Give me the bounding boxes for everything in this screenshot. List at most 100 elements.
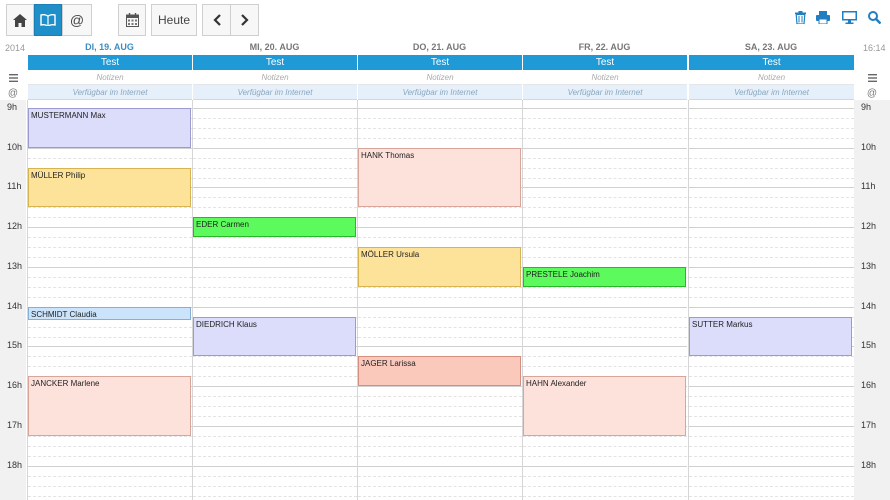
- appointment[interactable]: PRESTELE Joachim: [523, 266, 686, 287]
- notes-cell[interactable]: Notizen: [193, 70, 357, 85]
- appointment[interactable]: MUSTERMANN Max: [28, 107, 191, 148]
- day-column[interactable]: [688, 100, 854, 500]
- grid-line: [28, 455, 192, 457]
- appointment[interactable]: JAGER Larissa: [358, 356, 521, 387]
- availability-cell[interactable]: Verfügbar im Internet: [28, 85, 192, 100]
- grid-line: [358, 127, 522, 129]
- hour-label: 9h: [7, 101, 18, 112]
- trash-button[interactable]: [790, 10, 810, 30]
- grid-line: [358, 346, 522, 348]
- day-header[interactable]: SA, 23. AUG: [688, 40, 854, 55]
- chevron-right-icon: [240, 14, 249, 26]
- grid-line: [523, 435, 687, 437]
- grid-line: [28, 366, 192, 368]
- grid-line: [689, 425, 854, 427]
- prev-button[interactable]: [202, 4, 231, 36]
- grid-line: [523, 316, 687, 318]
- grid-line: [193, 147, 357, 149]
- hour-label: 14h: [7, 300, 23, 311]
- grid-line: [523, 257, 687, 258]
- appointment[interactable]: SUTTER Markus: [689, 316, 852, 357]
- notes-cell[interactable]: Notizen: [523, 70, 687, 85]
- appointment[interactable]: HAHN Alexander: [523, 376, 686, 436]
- grid-line: [689, 107, 854, 109]
- appointment[interactable]: DIEDRICH Klaus: [193, 316, 356, 357]
- grid-line: [193, 356, 357, 358]
- availability-cell[interactable]: Verfügbar im Internet: [358, 85, 522, 100]
- next-button[interactable]: [230, 4, 259, 36]
- grid-line: [523, 187, 687, 189]
- grid-line: [689, 247, 854, 249]
- appointment[interactable]: EDER Carmen: [193, 217, 356, 238]
- department-bar[interactable]: Test: [358, 55, 522, 70]
- day-column[interactable]: [27, 100, 192, 500]
- appointment[interactable]: JANCKER Marlene: [28, 376, 191, 436]
- grid-line: [193, 465, 357, 467]
- grid-line: [358, 237, 522, 239]
- grid-line: [523, 177, 687, 179]
- notes-cell[interactable]: Notizen: [358, 70, 522, 85]
- grid-line: [193, 257, 357, 258]
- grid-line: [28, 266, 192, 268]
- grid-line: [193, 117, 357, 119]
- appointment[interactable]: SCHMIDT Claudia: [28, 306, 191, 320]
- appointment[interactable]: MÖLLER Ursula: [358, 247, 521, 287]
- grid-line: [358, 326, 522, 328]
- availability-cell[interactable]: Verfügbar im Internet: [193, 85, 357, 100]
- day-header[interactable]: DI, 19. AUG: [27, 40, 192, 55]
- notes-cell[interactable]: Notizen: [28, 70, 192, 85]
- grid-line: [689, 127, 854, 129]
- menu-icon[interactable]: [5, 71, 21, 85]
- availability-cell[interactable]: Verfügbar im Internet: [523, 85, 687, 100]
- calendar-button[interactable]: [118, 4, 146, 36]
- hour-label: 13h: [861, 260, 877, 271]
- grid-line: [689, 495, 854, 497]
- hour-label: 9h: [861, 101, 872, 112]
- today-button[interactable]: Heute: [151, 4, 197, 36]
- department-bar[interactable]: Test: [193, 55, 357, 70]
- search-button[interactable]: [864, 10, 884, 30]
- appointment[interactable]: HANK Thomas: [358, 147, 521, 208]
- grid-line: [689, 197, 854, 199]
- department-bar[interactable]: Test: [28, 55, 192, 70]
- notes-cell[interactable]: Notizen: [689, 70, 854, 85]
- screen-button[interactable]: [839, 10, 859, 30]
- grid-line: [193, 406, 357, 408]
- grid-line: [689, 276, 854, 278]
- grid-line: [193, 306, 357, 308]
- appointment-name: MUSTERMANN Max: [31, 110, 106, 120]
- appointment-name: EDER Carmen: [196, 220, 249, 230]
- at-button[interactable]: @: [62, 4, 92, 36]
- appointment[interactable]: MÜLLER Philip: [28, 167, 191, 208]
- grid-line: [523, 147, 687, 149]
- grid-line: [689, 465, 854, 467]
- hour-label: 17h: [7, 419, 23, 430]
- grid-line: [358, 485, 522, 487]
- book-view-button[interactable]: [34, 4, 62, 36]
- hour-label: 10h: [7, 141, 23, 152]
- grid-line: [193, 107, 357, 109]
- grid-line: [523, 306, 687, 308]
- availability-cell[interactable]: Verfügbar im Internet: [689, 85, 854, 100]
- day-column[interactable]: [192, 100, 357, 500]
- department-bar[interactable]: Test: [523, 55, 687, 70]
- grid-line: [358, 465, 522, 467]
- day-header[interactable]: MI, 20. AUG: [192, 40, 357, 55]
- grid-line: [193, 177, 357, 179]
- grid-line: [523, 127, 687, 129]
- menu-icon-right[interactable]: [864, 71, 880, 85]
- hour-label: 11h: [7, 181, 22, 192]
- print-button[interactable]: [813, 10, 833, 30]
- grid-line: [193, 207, 357, 209]
- day-header[interactable]: FR, 22. AUG: [522, 40, 687, 55]
- day-column[interactable]: [522, 100, 687, 500]
- appointment-name: PRESTELE Joachim: [526, 269, 600, 279]
- appointment-name: JANCKER Marlene: [31, 379, 100, 389]
- day-header[interactable]: DO, 21. AUG: [357, 40, 522, 55]
- grid-line: [523, 445, 687, 447]
- calendar-icon: [125, 13, 139, 27]
- grid-line: [523, 465, 687, 467]
- home-button[interactable]: [6, 4, 34, 36]
- department-bar[interactable]: Test: [689, 55, 854, 70]
- grid-line: [523, 227, 687, 229]
